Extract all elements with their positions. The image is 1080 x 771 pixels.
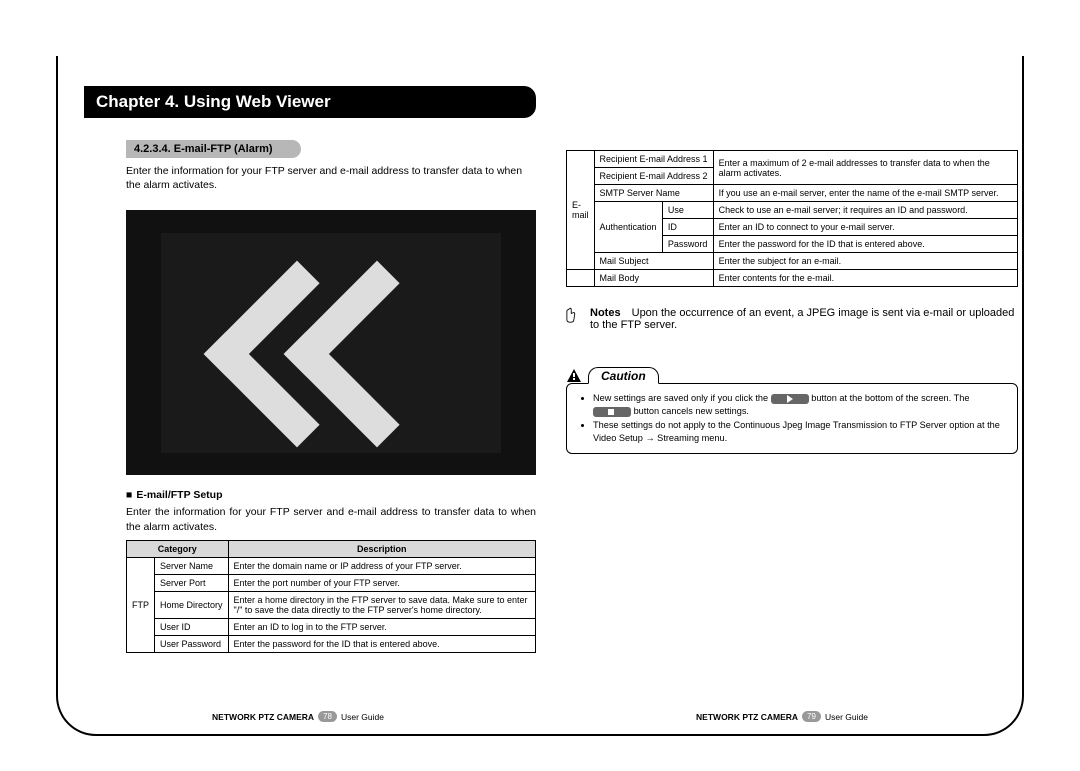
caution-label: Caution bbox=[588, 367, 659, 384]
ftp-table: Category Description FTP Server Name Ent… bbox=[126, 540, 536, 653]
warning-icon bbox=[566, 368, 582, 384]
notes-text-wrap: Notes Upon the occurrence of an event, a… bbox=[590, 307, 1018, 331]
table-row: Server Port Enter the port number of you… bbox=[127, 574, 536, 591]
caution-line-1: New settings are saved only if you click… bbox=[593, 392, 1005, 419]
cell-desc: If you use an e-mail server, enter the n… bbox=[713, 185, 1017, 202]
footer-right: NETWORK PTZ CAMERA 79 User Guide bbox=[696, 711, 868, 722]
cell-desc: Enter contents for the e-mail. bbox=[713, 270, 1017, 287]
cell-desc: Enter the password for the ID that is en… bbox=[713, 236, 1017, 253]
table-row: FTP Server Name Enter the domain name or… bbox=[127, 557, 536, 574]
table-row: Mail Subject Enter the subject for an e-… bbox=[567, 253, 1018, 270]
cell-name: Server Name bbox=[155, 557, 229, 574]
caution-text: button at the bottom of the screen. The bbox=[811, 393, 969, 403]
footer-left: NETWORK PTZ CAMERA 78 User Guide bbox=[212, 711, 384, 722]
cell-name: Mail Body bbox=[594, 270, 713, 287]
cell-desc: Enter an ID to connect to your e-mail se… bbox=[713, 219, 1017, 236]
cell-desc: Enter an ID to log in to the FTP server. bbox=[228, 618, 535, 635]
section-intro: Enter the information for your FTP serve… bbox=[126, 164, 536, 192]
table-row: Mail Body Enter contents for the e-mail. bbox=[567, 270, 1018, 287]
apply-button-icon bbox=[771, 394, 809, 404]
cancel-button-icon bbox=[593, 407, 631, 417]
cell-desc: Check to use an e-mail server; it requir… bbox=[713, 202, 1017, 219]
square-bullet-icon: ■ bbox=[126, 489, 132, 501]
page-spread: Chapter 4. Using Web Viewer 4.2.3.4. E-m… bbox=[56, 56, 1024, 736]
setup-heading: ■ E-mail/FTP Setup bbox=[126, 489, 554, 501]
cell-name: ID bbox=[662, 219, 713, 236]
cell-name: User ID bbox=[155, 618, 229, 635]
notes-title: Notes bbox=[590, 307, 621, 319]
footer-product: NETWORK PTZ CAMERA bbox=[212, 712, 314, 722]
cell-desc: Enter the port number of your FTP server… bbox=[228, 574, 535, 591]
cell-name: SMTP Server Name bbox=[594, 185, 713, 202]
page-footer: NETWORK PTZ CAMERA 78 User Guide NETWORK… bbox=[56, 711, 1024, 722]
caution-text: button cancels new settings. bbox=[634, 406, 749, 416]
email-table: E-mail Recipient E-mail Address 1 Enter … bbox=[566, 150, 1018, 287]
header-description: Description bbox=[228, 540, 535, 557]
footer-guide: User Guide bbox=[341, 712, 384, 722]
header-category: Category bbox=[127, 540, 229, 557]
chapter-title: Chapter 4. Using Web Viewer bbox=[84, 86, 536, 118]
screenshot-placeholder bbox=[126, 210, 536, 475]
notes-block: Notes Upon the occurrence of an event, a… bbox=[566, 307, 1018, 331]
page-number-left: 78 bbox=[318, 711, 337, 722]
cell-desc: Enter a home directory in the FTP server… bbox=[228, 591, 535, 618]
cell-name: Password bbox=[662, 236, 713, 253]
setup-heading-text: E-mail/FTP Setup bbox=[136, 489, 222, 501]
cell-name: Server Port bbox=[155, 574, 229, 591]
table-row: Home Directory Enter a home directory in… bbox=[127, 591, 536, 618]
auth-group-cell: Authentication bbox=[594, 202, 662, 253]
right-page: E-mail Recipient E-mail Address 1 Enter … bbox=[566, 56, 1036, 454]
table-row: SMTP Server Name If you use an e-mail se… bbox=[567, 185, 1018, 202]
cell-name: Mail Subject bbox=[594, 253, 713, 270]
cell-name: Home Directory bbox=[155, 591, 229, 618]
table-row: Authentication Use Check to use an e-mai… bbox=[567, 202, 1018, 219]
setup-intro: Enter the information for your FTP serve… bbox=[126, 505, 536, 533]
page-number-right: 79 bbox=[802, 711, 821, 722]
cell-desc: Enter the password for the ID that is en… bbox=[228, 635, 535, 652]
left-page: Chapter 4. Using Web Viewer 4.2.3.4. E-m… bbox=[84, 56, 554, 653]
caution-box: New settings are saved only if you click… bbox=[566, 383, 1018, 454]
cell-name: Recipient E-mail Address 2 bbox=[594, 168, 713, 185]
caution-line-2: These settings do not apply to the Conti… bbox=[593, 419, 1005, 446]
cell-desc: Enter the domain name or IP address of y… bbox=[228, 557, 535, 574]
cell-desc: Enter the subject for an e-mail. bbox=[713, 253, 1017, 270]
footer-guide: User Guide bbox=[825, 712, 868, 722]
cell-name: Use bbox=[662, 202, 713, 219]
table-row: E-mail Recipient E-mail Address 1 Enter … bbox=[567, 151, 1018, 168]
cell-name: Recipient E-mail Address 1 bbox=[594, 151, 713, 168]
ftp-group-cell: FTP bbox=[127, 557, 155, 652]
section-heading: 4.2.3.4. E-mail-FTP (Alarm) bbox=[126, 140, 301, 158]
cell-desc: Enter a maximum of 2 e-mail addresses to… bbox=[713, 151, 1017, 185]
footer-product: NETWORK PTZ CAMERA bbox=[696, 712, 798, 722]
notes-text: Upon the occurrence of an event, a JPEG … bbox=[590, 307, 1014, 331]
note-hand-icon bbox=[566, 307, 580, 331]
table-row: User ID Enter an ID to log in to the FTP… bbox=[127, 618, 536, 635]
table-header-row: Category Description bbox=[127, 540, 536, 557]
rewind-icon bbox=[161, 233, 501, 453]
table-row: User Password Enter the password for the… bbox=[127, 635, 536, 652]
caution-block: Caution New settings are saved only if y… bbox=[566, 367, 1018, 454]
cell-name: User Password bbox=[155, 635, 229, 652]
caution-text: New settings are saved only if you click… bbox=[593, 393, 768, 403]
email-group-cell: E-mail bbox=[567, 151, 595, 270]
